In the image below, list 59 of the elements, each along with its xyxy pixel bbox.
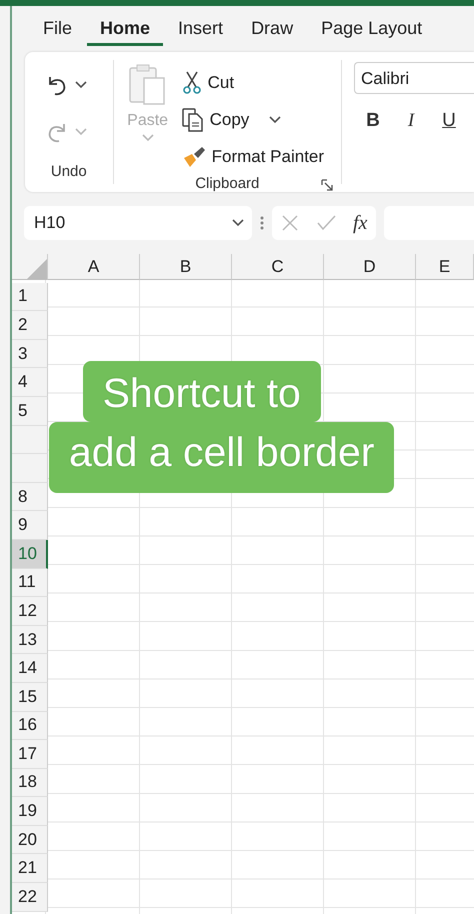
name-box[interactable]: H10 (24, 206, 252, 240)
row-header[interactable] (12, 426, 48, 454)
select-all-icon[interactable] (27, 259, 47, 279)
column-header[interactable]: D (324, 254, 416, 280)
more-icon (260, 215, 264, 231)
ribbon-tab[interactable]: Draw (238, 14, 306, 46)
row-header[interactable]: 8 (12, 482, 48, 512)
chevron-down-icon (75, 80, 87, 88)
chevron-down-icon (142, 134, 154, 142)
cancel-icon[interactable] (280, 214, 299, 232)
row-header[interactable]: 20 (12, 826, 48, 854)
row-header[interactable]: 14 (12, 654, 48, 683)
chevron-down-icon (269, 116, 282, 124)
row-header[interactable]: 21 (12, 854, 48, 884)
row-header[interactable]: 17 (12, 740, 48, 769)
row-header[interactable]: 18 (12, 768, 48, 798)
row-header[interactable]: 16 (12, 712, 48, 740)
bold-button[interactable]: B (354, 110, 392, 132)
copy-icon (182, 108, 204, 132)
ribbon-tab[interactable]: Home (87, 14, 164, 46)
group-label: Clipboard (195, 175, 260, 194)
underline-button[interactable]: U (430, 110, 468, 132)
scissors-icon (182, 70, 202, 94)
column-header[interactable]: E (416, 254, 474, 280)
row-header[interactable]: 22 (12, 883, 48, 912)
row-header[interactable]: 15 (12, 682, 48, 712)
clipboard-icon (128, 64, 168, 108)
chevron-down-icon (232, 219, 244, 227)
copy-button[interactable]: Copy (182, 101, 324, 138)
cut-button[interactable]: Cut (182, 64, 324, 101)
row-header[interactable]: 5 (12, 396, 48, 426)
row-header[interactable]: 1 (12, 282, 48, 312)
row-header[interactable]: 4 (12, 368, 48, 397)
row-header[interactable]: 12 (12, 597, 48, 626)
row-header[interactable]: 11 (12, 568, 48, 598)
row-header[interactable]: 13 (12, 626, 48, 654)
ribbon-tab[interactable]: File (30, 14, 86, 46)
dialog-launcher-icon[interactable] (321, 179, 333, 191)
ribbon-tab[interactable]: Page Layout (308, 14, 436, 46)
ribbon-tab[interactable]: Insert (165, 14, 236, 46)
paintbrush-icon (182, 146, 206, 168)
caption-text: add a cell border (49, 422, 394, 493)
row-header[interactable]: 3 (12, 340, 48, 368)
row-header[interactable]: 19 (12, 797, 48, 826)
column-header[interactable]: A (48, 254, 140, 280)
row-header[interactable] (12, 454, 48, 483)
row-header[interactable]: 10 (12, 540, 48, 569)
group-label: Undo (50, 163, 88, 182)
column-header[interactable]: C (232, 254, 324, 280)
font-name-field[interactable]: Calibri (354, 62, 474, 94)
check-icon[interactable] (316, 214, 336, 232)
column-header[interactable]: B (140, 254, 232, 280)
insert-function-button[interactable]: fx (352, 212, 368, 234)
format-painter-button[interactable]: Format Painter (182, 138, 324, 175)
row-header[interactable]: 9 (12, 511, 48, 540)
row-header[interactable]: 2 (12, 311, 48, 340)
caption-text: Shortcut to (82, 361, 321, 422)
chevron-down-icon (75, 128, 87, 136)
italic-button[interactable]: I (392, 110, 430, 132)
